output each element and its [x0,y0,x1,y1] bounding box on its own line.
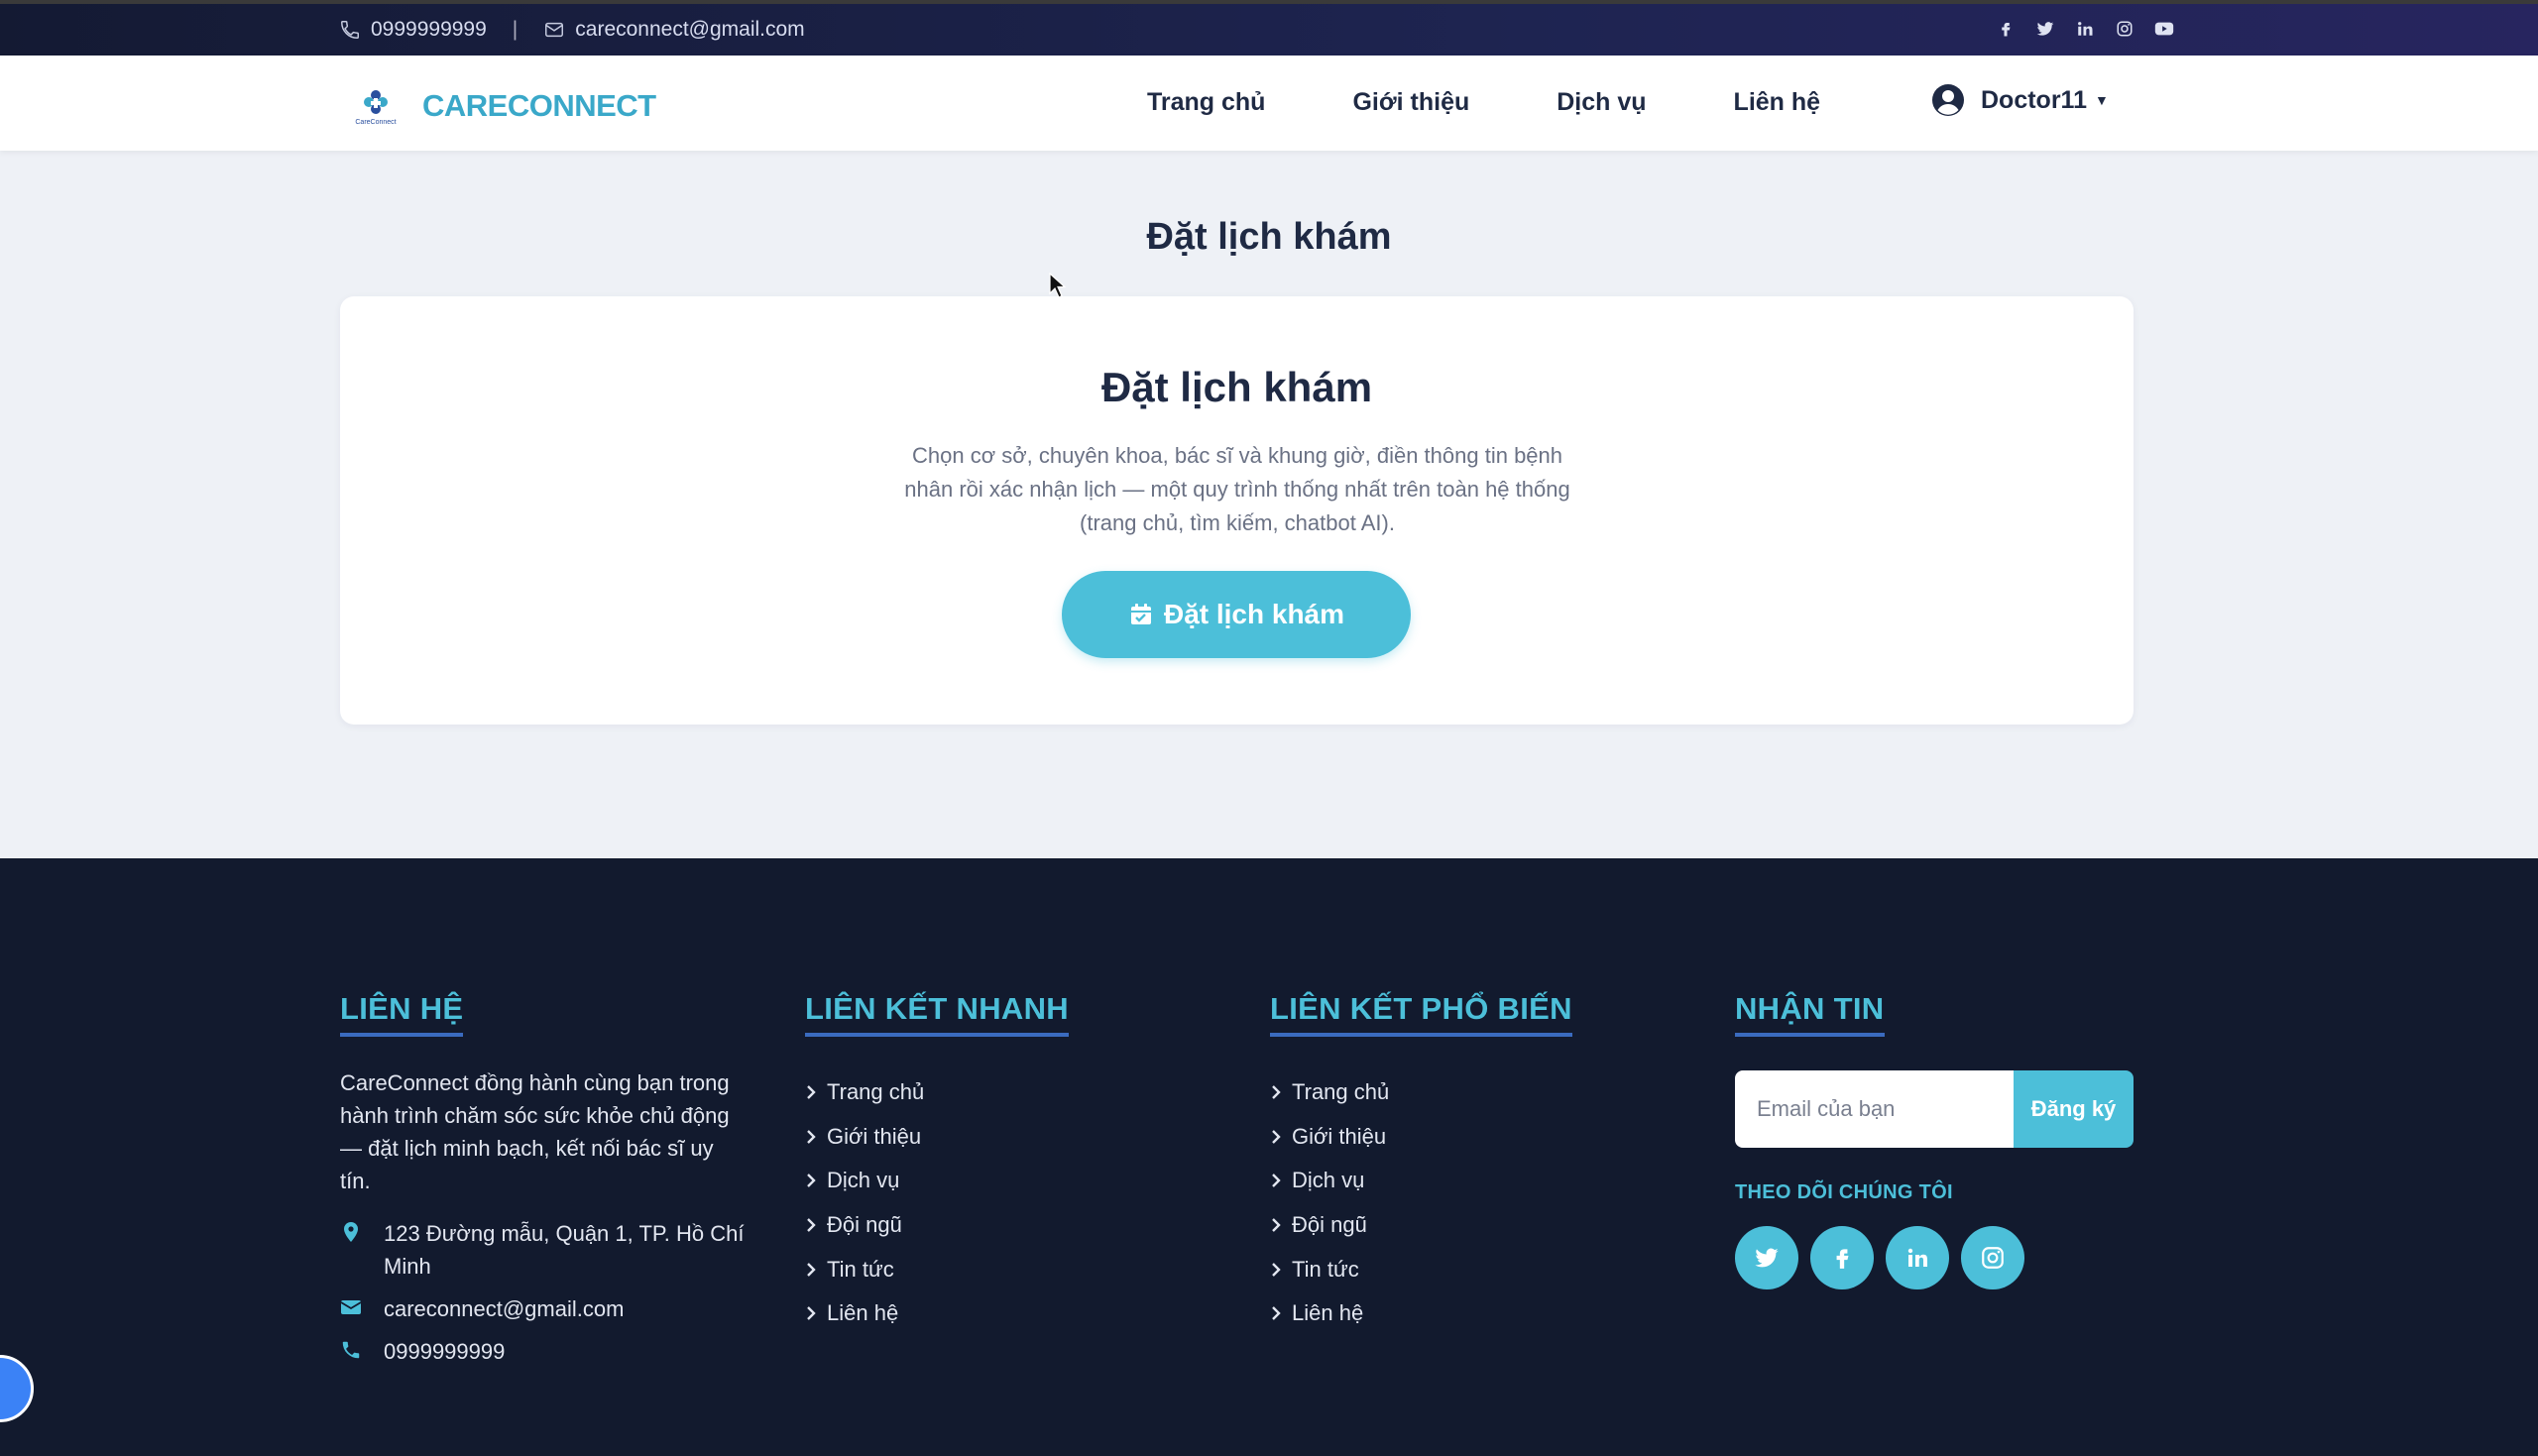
top-contact: 0999999999 | careconnect@gmail.com [339,18,805,42]
chevron-right-icon [807,1174,816,1188]
chevron-right-icon [1272,1306,1281,1321]
newsletter-form: Đăng ký [1735,1070,2134,1148]
footer-quick-links: LIÊN KẾT NHANH Trang chủ Giới thiệu Dịch… [805,991,1069,1336]
footer-newsletter: NHẬN TIN Đăng ký THEO DÕI CHÚNG TÔI [1735,991,2134,1289]
book-button-label: Đặt lịch khám [1163,599,1345,629]
chevron-right-icon [807,1085,816,1100]
chevron-right-icon [1272,1130,1281,1144]
facebook-icon[interactable] [1995,18,2017,40]
popular-link-about[interactable]: Giới thiệu [1270,1115,1572,1160]
svg-text:CareConnect: CareConnect [355,119,396,126]
link-label: Dịch vụ [1292,1168,1365,1193]
phone-icon [342,1341,360,1359]
nav-services[interactable]: Dịch vụ [1557,88,1646,117]
phone-icon [339,19,361,41]
link-label: Trang chủ [1292,1079,1390,1105]
page-title: Đặt lịch khám [1146,216,1392,258]
footer-address: 123 Đường mẫu, Quận 1, TP. Hồ Chí Minh [340,1217,747,1283]
footer: LIÊN HỆ CareConnect đồng hành cùng bạn t… [0,858,2538,1456]
nav-contact[interactable]: Liên hệ [1734,88,1821,117]
twitter-icon[interactable] [1735,1226,1798,1289]
logo-mark-icon: CareConnect [355,90,397,126]
card-title: Đặt lịch khám [1100,364,1373,410]
top-email[interactable]: careconnect@gmail.com [575,18,804,42]
user-avatar-icon [1932,84,1964,116]
nav-home[interactable]: Trang chủ [1147,88,1265,117]
newsletter-heading: NHẬN TIN [1735,991,1885,1037]
newsletter-email-input[interactable] [1735,1070,2014,1148]
link-label: Đội ngũ [827,1212,902,1238]
footer-contact: LIÊN HỆ CareConnect đồng hành cùng bạn t… [340,991,747,1368]
mail-icon [543,19,565,41]
main-header: CareConnect CARECONNECT Trang chủ Giới t… [0,56,2538,151]
envelope-icon [340,1300,362,1314]
popular-link-contact[interactable]: Liên hệ [1270,1291,1572,1336]
footer-socials [1735,1226,2134,1289]
logo-text: CARECONNECT [422,88,656,123]
quick-link-home[interactable]: Trang chủ [805,1070,1069,1115]
footer-address-text: 123 Đường mẫu, Quận 1, TP. Hồ Chí Minh [384,1221,745,1279]
chevron-right-icon [807,1262,816,1277]
user-name: Doctor11 [1981,85,2087,114]
link-label: Giới thiệu [827,1123,922,1149]
chevron-right-icon [807,1306,816,1321]
twitter-icon[interactable] [2034,18,2056,40]
footer-email: careconnect@gmail.com [340,1292,747,1325]
top-phone[interactable]: 0999999999 [371,18,487,42]
chevron-right-icon [807,1218,816,1232]
booking-card: Đặt lịch khám Chọn cơ sở, chuyên khoa, b… [340,296,2134,725]
chevron-right-icon [807,1130,816,1144]
card-description: Chọn cơ sở, chuyên khoa, bác sĩ và khung… [904,443,1570,535]
map-pin-icon [344,1222,358,1242]
quick-link-team[interactable]: Đội ngũ [805,1203,1069,1248]
link-label: Tin tức [1292,1256,1359,1282]
mouse-cursor-icon [1049,273,1067,298]
facebook-icon[interactable] [1810,1226,1874,1289]
popular-link-home[interactable]: Trang chủ [1270,1070,1572,1115]
nav-about[interactable]: Giới thiệu [1352,88,1469,117]
book-appointment-button[interactable]: Đặt lịch khám [1062,571,1411,658]
footer-description: CareConnect đồng hành cùng bạn trong hàn… [340,1070,730,1193]
link-label: Liên hệ [1292,1300,1364,1326]
top-socials [1995,18,2175,40]
link-label: Đội ngũ [1292,1212,1367,1238]
quick-link-services[interactable]: Dịch vụ [805,1159,1069,1203]
footer-phone: 0999999999 [340,1335,747,1368]
instagram-icon[interactable] [1961,1226,2024,1289]
caret-down-icon: ▼ [2094,92,2109,108]
link-label: Liên hệ [827,1300,899,1326]
main-nav: Trang chủ Giới thiệu Dịch vụ Liên hệ [1147,88,1907,117]
link-label: Trang chủ [827,1079,925,1105]
footer-email-text[interactable]: careconnect@gmail.com [384,1292,624,1325]
subscribe-button[interactable]: Đăng ký [2014,1070,2134,1148]
quick-link-about[interactable]: Giới thiệu [805,1115,1069,1160]
user-menu[interactable]: Doctor11 ▼ [1931,83,2109,117]
linkedin-icon[interactable] [2074,18,2096,40]
calendar-check-icon [1130,604,1151,624]
footer-phone-text[interactable]: 0999999999 [384,1335,505,1368]
link-label: Giới thiệu [1292,1123,1387,1149]
logo[interactable]: CareConnect CARECONNECT [347,85,656,127]
popular-link-services[interactable]: Dịch vụ [1270,1159,1572,1203]
popular-links-heading: LIÊN KẾT PHỔ BIẾN [1270,991,1572,1037]
top-separator: | [512,18,519,41]
top-bar: 0999999999 | careconnect@gmail.com [0,0,2538,56]
linkedin-icon[interactable] [1886,1226,1949,1289]
popular-link-team[interactable]: Đội ngũ [1270,1203,1572,1248]
footer-contact-heading: LIÊN HỆ [340,991,464,1037]
footer-popular-links: LIÊN KẾT PHỔ BIẾN Trang chủ Giới thiệu D… [1270,991,1572,1336]
popular-link-news[interactable]: Tin tức [1270,1247,1572,1291]
instagram-icon[interactable] [2114,18,2135,40]
link-label: Dịch vụ [827,1168,900,1193]
chevron-right-icon [1272,1174,1281,1188]
youtube-icon[interactable] [2153,18,2175,40]
follow-us-label: THEO DÕI CHÚNG TÔI [1735,1181,1953,1203]
quick-link-news[interactable]: Tin tức [805,1247,1069,1291]
quick-links-heading: LIÊN KẾT NHANH [805,991,1069,1037]
chevron-right-icon [1272,1262,1281,1277]
chevron-right-icon [1272,1085,1281,1100]
chevron-right-icon [1272,1218,1281,1232]
quick-link-contact[interactable]: Liên hệ [805,1291,1069,1336]
link-label: Tin tức [827,1256,894,1282]
